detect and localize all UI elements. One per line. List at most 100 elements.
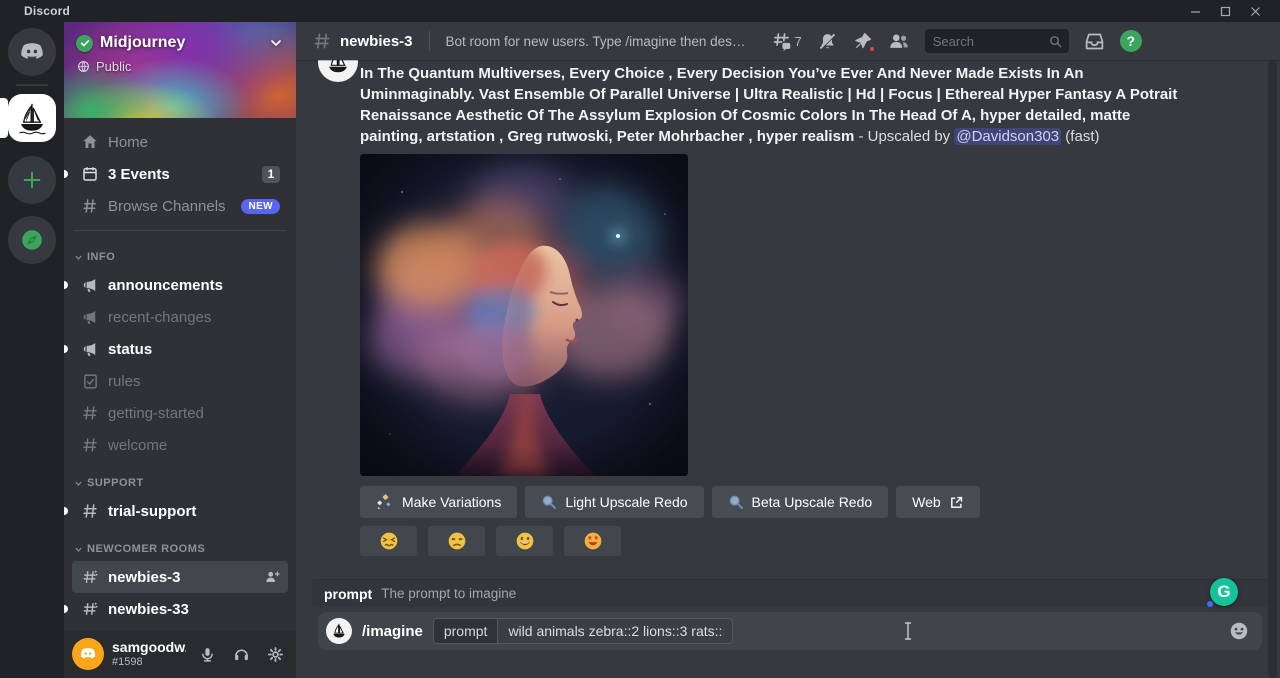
minimize-icon	[1190, 6, 1201, 17]
reaction-grinning-face[interactable]	[496, 526, 553, 556]
create-invite-icon[interactable]	[264, 569, 280, 585]
channel-name: welcome	[108, 437, 280, 454]
unread-pill	[64, 345, 68, 353]
light-upscale-redo-button[interactable]: Light Upscale Redo	[525, 486, 703, 518]
reaction-confounded-face[interactable]	[360, 526, 417, 556]
channel-name: getting-started	[108, 405, 280, 422]
discord-logo-icon	[78, 644, 98, 664]
slash-command-autocomplete[interactable]: prompt The prompt to imagine	[312, 580, 1268, 607]
expressionless-face-icon	[447, 531, 467, 551]
category-newcomer-rooms[interactable]: NEWCOMER ROOMS	[72, 527, 288, 561]
midjourney-boat-icon	[329, 621, 349, 641]
reaction-expressionless-face[interactable]	[428, 526, 485, 556]
magnifier-icon	[728, 494, 744, 510]
confounded-face-icon	[379, 531, 399, 551]
sidebar-item-browse-channels[interactable]: Browse Channels NEW	[72, 190, 288, 222]
channel-status[interactable]: status	[72, 333, 288, 365]
command-option[interactable]: prompt wild animals zebra::2 lions::3 ra…	[433, 618, 734, 644]
make-variations-button[interactable]: Make Variations	[360, 486, 517, 518]
user-info[interactable]: samgoodw... #1598	[112, 640, 186, 667]
megaphone-icon	[80, 339, 100, 359]
channel-recent-changes[interactable]: recent-changes	[72, 301, 288, 333]
generated-image[interactable]	[360, 154, 688, 476]
calendar-icon	[80, 164, 100, 184]
emoji-picker-button[interactable]	[1228, 620, 1250, 642]
channel-name: status	[108, 341, 280, 358]
threads-button[interactable]: 7	[771, 31, 802, 52]
channel-newbies-3[interactable]: newbies-3	[72, 561, 288, 593]
server-name: Midjourney	[100, 34, 261, 52]
search-box[interactable]	[925, 29, 1069, 53]
pinned-messages-button[interactable]	[853, 31, 873, 51]
deafen-button[interactable]	[228, 641, 254, 667]
notifications-off-button[interactable]	[817, 31, 838, 52]
search-input[interactable]	[933, 34, 1044, 49]
maximize-icon	[1220, 6, 1231, 17]
beta-upscale-redo-button[interactable]: Beta Upscale Redo	[712, 486, 889, 518]
server-icon-midjourney[interactable]	[8, 94, 56, 142]
maximize-button[interactable]	[1210, 1, 1240, 21]
emoji-smile-icon	[1228, 620, 1250, 642]
hash-icon	[312, 31, 332, 51]
chevron-down-icon[interactable]	[268, 35, 284, 51]
grammarly-g-icon: G	[1217, 582, 1230, 602]
option-name-chip: prompt	[434, 619, 499, 643]
explore-servers-button[interactable]	[8, 216, 56, 264]
user-avatar[interactable]	[72, 638, 104, 670]
channel-getting-started[interactable]: getting-started	[72, 397, 288, 429]
channel-newbies-33[interactable]: newbies-33	[72, 593, 288, 625]
channel-rules[interactable]: rules	[72, 365, 288, 397]
external-link-icon	[949, 495, 964, 510]
reaction-heart-eyes-face[interactable]	[564, 526, 621, 556]
user-discriminator: #1598	[112, 656, 186, 668]
add-server-button[interactable]	[8, 156, 56, 204]
channel-trial-support[interactable]: trial-support	[72, 495, 288, 527]
hash-dots-icon	[80, 599, 100, 619]
web-button[interactable]: Web	[896, 486, 980, 518]
sidebar-item-home[interactable]: Home	[72, 126, 288, 158]
discord-window: Discord	[0, 0, 1280, 678]
channel-name: newbies-3	[108, 569, 256, 586]
channel-announcements[interactable]: announcements	[72, 269, 288, 301]
megaphone-icon	[80, 275, 100, 295]
category-support[interactable]: SUPPORT	[72, 461, 288, 495]
channel-name: announcements	[108, 277, 280, 294]
member-list-button[interactable]	[888, 30, 910, 52]
selected-server-pill	[0, 98, 8, 138]
sidebar-item-events[interactable]: 3 Events 1	[72, 158, 288, 190]
user-mention[interactable]: @Davidson303	[954, 128, 1061, 145]
headphones-icon	[233, 646, 250, 663]
message-actions: Make Variations Light Upscale Redo Beta …	[360, 486, 1180, 518]
threads-icon	[771, 31, 792, 52]
inbox-button[interactable]	[1084, 31, 1105, 52]
user-panel: samgoodw... #1598	[64, 630, 296, 678]
hash-icon	[80, 435, 100, 455]
server-rail	[0, 22, 64, 678]
unread-pill	[64, 170, 68, 178]
grinning-face-icon	[515, 531, 535, 551]
close-button[interactable]	[1240, 1, 1270, 21]
settings-button[interactable]	[262, 641, 288, 667]
category-info[interactable]: INFO	[72, 239, 288, 269]
home-button[interactable]	[8, 28, 56, 76]
plus-icon	[21, 169, 43, 191]
grammarly-widget[interactable]: G	[1210, 578, 1238, 606]
channel-welcome[interactable]: welcome	[72, 429, 288, 461]
mute-button[interactable]	[194, 641, 220, 667]
message-input[interactable]: /imagine prompt wild animals zebra::2 li…	[318, 612, 1262, 650]
category-label: NEWCOMER ROOMS	[87, 543, 205, 555]
text-cursor	[903, 622, 913, 640]
channel-list: Home 3 Events 1 Browse Channels NEW	[64, 118, 296, 630]
option-value[interactable]: wild animals zebra::2 lions::3 rats::	[498, 623, 732, 639]
server-banner[interactable]: Midjourney Public	[64, 22, 296, 118]
bot-avatar[interactable]	[318, 60, 358, 82]
unread-pill	[64, 281, 68, 289]
category-label: INFO	[87, 251, 115, 263]
help-button[interactable]: ?	[1120, 30, 1142, 52]
microphone-icon	[199, 646, 216, 663]
channel-topic[interactable]: Bot room for new users. Type /imagine th…	[446, 34, 751, 49]
button-label: Beta Upscale Redo	[752, 494, 873, 510]
minimize-button[interactable]	[1180, 1, 1210, 21]
hash-browse-icon	[80, 196, 100, 216]
gear-icon	[267, 646, 284, 663]
